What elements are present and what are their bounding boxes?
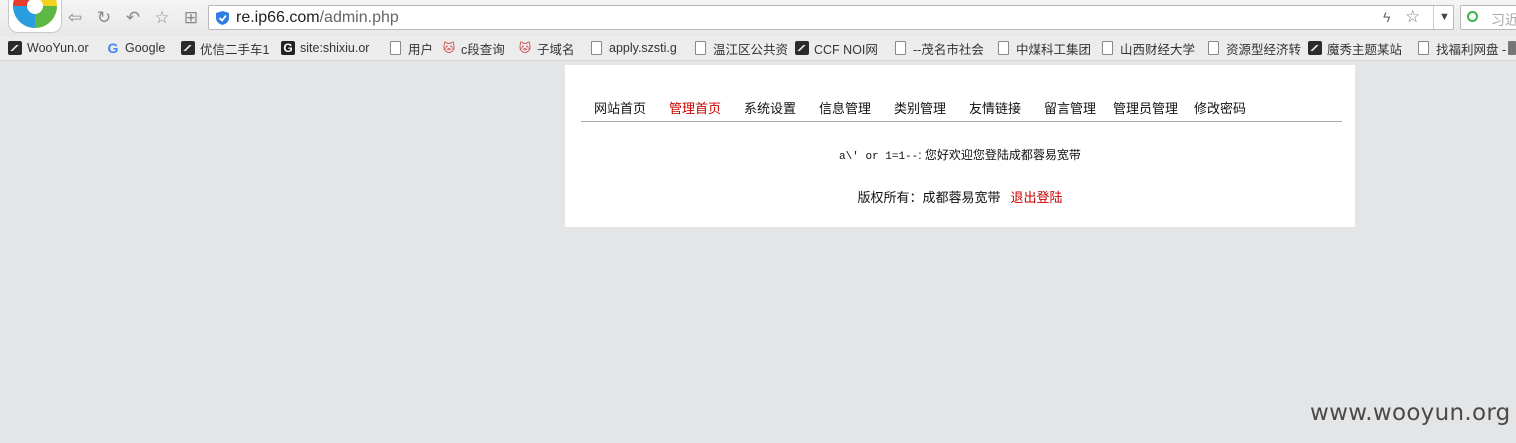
bookmark-item[interactable]: G Google <box>106 39 166 57</box>
footer: 版权所有：成都蓉易宽带 退出登陆 <box>565 187 1355 206</box>
apps-grid-icon[interactable]: ⊞ <box>180 7 202 29</box>
copyright-text: 版权所有：成都蓉易宽带 <box>857 190 1001 205</box>
menu-item[interactable]: 修改密码 <box>1194 98 1246 117</box>
page-icon <box>998 41 1009 55</box>
menu-item[interactable]: 管理员管理 <box>1113 98 1178 117</box>
bookmark-label: 用户 <box>408 42 434 57</box>
menu-item[interactable]: 类别管理 <box>894 98 946 117</box>
page-icon <box>1102 41 1113 55</box>
bookmark-label: 温江区公共资 <box>713 42 789 57</box>
bookmark-item[interactable]: 温江区公共资 <box>693 39 788 57</box>
bookmark-item[interactable]: 山西财经大学 <box>1100 39 1195 57</box>
search-box[interactable]: 习近 <box>1460 5 1516 30</box>
bookmark-label: site:shixiu.or <box>300 41 370 55</box>
back-icon[interactable]: ⇦ <box>64 7 86 29</box>
bookmark-label: c段查询 <box>461 42 505 57</box>
bookmark-label: --茂名市社会 <box>913 42 984 57</box>
bookmark-label: 中煤科工集团 <box>1016 42 1092 57</box>
admin-panel: 网站首页 管理首页 系统设置 信息管理 类别管理 友情链接 留言管理 管理员管理 修改密码 a\… <box>565 65 1355 227</box>
browser-logo-icon[interactable] <box>8 0 62 33</box>
bookmark-label: apply.szsti.g <box>609 41 677 55</box>
bookmark-label: Google <box>125 41 166 55</box>
page-icon <box>1418 41 1429 55</box>
cat-icon: 🐱 <box>442 41 456 55</box>
page-icon <box>695 41 706 55</box>
bookmark-label: 资源型经济转 <box>1226 42 1302 57</box>
browser-toolbar: ⇦ ↻ ↶ ☆ ⊞ re.ip66.com/admin.php ϟ ☆ ▼ 习近 <box>0 0 1516 36</box>
bookmark-item[interactable]: 🐱 c段查询 <box>442 39 505 57</box>
bookmark-label: 优信二手车1 <box>200 42 270 57</box>
bookmark-item[interactable]: --茂名市社会 <box>893 39 984 57</box>
cat-icon: 🐱 <box>518 41 532 55</box>
page-icon <box>390 41 401 55</box>
welcome-text: : 您好欢迎您登陆成都蓉易宽带 <box>918 148 1081 162</box>
address-separator <box>1433 6 1434 29</box>
menu-item[interactable]: 友情链接 <box>969 98 1021 117</box>
bookmark-label: 子域名 <box>537 42 575 57</box>
bookmark-label: WooYun.or <box>27 41 89 55</box>
url-path: /admin.php <box>319 9 399 26</box>
menu-item[interactable]: 管理首页 <box>669 98 721 117</box>
bookmark-item[interactable]: WooYun.or <box>8 39 89 57</box>
bookmark-label: 找福利网盘 - <box>1436 42 1507 57</box>
wooyun-icon <box>795 41 809 55</box>
bookmark-item[interactable]: CCF NOI网 <box>795 39 878 57</box>
bookmark-item[interactable]: 资源型经济转 <box>1206 39 1301 57</box>
bookmarks-bar: WooYun.or G Google 优信二手车1 Gsite:shixiu.or 用户 🐱… <box>0 36 1516 61</box>
welcome-username: a\' or 1=1-- <box>839 151 919 163</box>
wooyun-icon <box>1308 41 1322 55</box>
bookmark-item[interactable]: 魔秀主题某站 <box>1308 39 1402 57</box>
bookmark-star-icon[interactable]: ☆ <box>1405 7 1420 27</box>
watermark-text: www.wooyun.org <box>1310 400 1511 426</box>
menu-item[interactable]: 信息管理 <box>819 98 871 117</box>
refresh-icon[interactable]: ↻ <box>93 7 115 29</box>
undo-icon[interactable]: ↶ <box>122 7 144 29</box>
bookmark-item[interactable]: 用户 <box>388 39 433 57</box>
bookmarks-overflow-icon[interactable] <box>1508 41 1516 55</box>
lightning-icon[interactable]: ϟ <box>1383 9 1390 25</box>
menu-item[interactable]: 留言管理 <box>1044 98 1096 117</box>
logout-link[interactable]: 退出登陆 <box>1011 190 1063 205</box>
menu-item[interactable]: 网站首页 <box>594 98 646 117</box>
page-icon <box>591 41 602 55</box>
security-shield-icon <box>216 11 229 25</box>
wooyun-icon <box>181 41 195 55</box>
bookmark-label: 山西财经大学 <box>1120 42 1196 57</box>
welcome-message: a\' or 1=1--: 您好欢迎您登陆成都蓉易宽带 <box>565 146 1355 163</box>
bookmark-item[interactable]: apply.szsti.g <box>589 39 677 57</box>
search-placeholder: 习近 <box>1491 12 1516 28</box>
search-engine-icon <box>1467 11 1478 22</box>
google-icon: G <box>107 40 119 56</box>
favorite-icon[interactable]: ☆ <box>151 7 173 29</box>
dropdown-arrow-icon[interactable]: ▼ <box>1439 11 1450 23</box>
bookmark-item[interactable]: 优信二手车1 <box>181 39 269 57</box>
bookmark-label: CCF NOI网 <box>814 42 878 57</box>
bookmark-item[interactable]: 找福利网盘 - <box>1416 39 1506 57</box>
bookmark-label: 魔秀主题某站 <box>1327 42 1403 57</box>
menu-item[interactable]: 系统设置 <box>744 98 796 117</box>
g-icon: G <box>281 41 295 55</box>
wooyun-icon <box>8 41 22 55</box>
address-bar[interactable]: re.ip66.com/admin.php ϟ ☆ ▼ <box>208 5 1454 30</box>
address-url[interactable]: re.ip66.com/admin.php <box>236 9 399 27</box>
url-host: re.ip66.com <box>236 9 320 26</box>
bookmark-item[interactable]: 中煤科工集团 <box>996 39 1091 57</box>
page-icon <box>1208 41 1219 55</box>
bookmark-item[interactable]: Gsite:shixiu.or <box>281 39 369 57</box>
admin-menu: 网站首页 管理首页 系统设置 信息管理 类别管理 友情链接 留言管理 管理员管理 修改密码 <box>581 98 1342 122</box>
bookmark-item[interactable]: 🐱 子域名 <box>518 39 575 57</box>
page-icon <box>895 41 906 55</box>
